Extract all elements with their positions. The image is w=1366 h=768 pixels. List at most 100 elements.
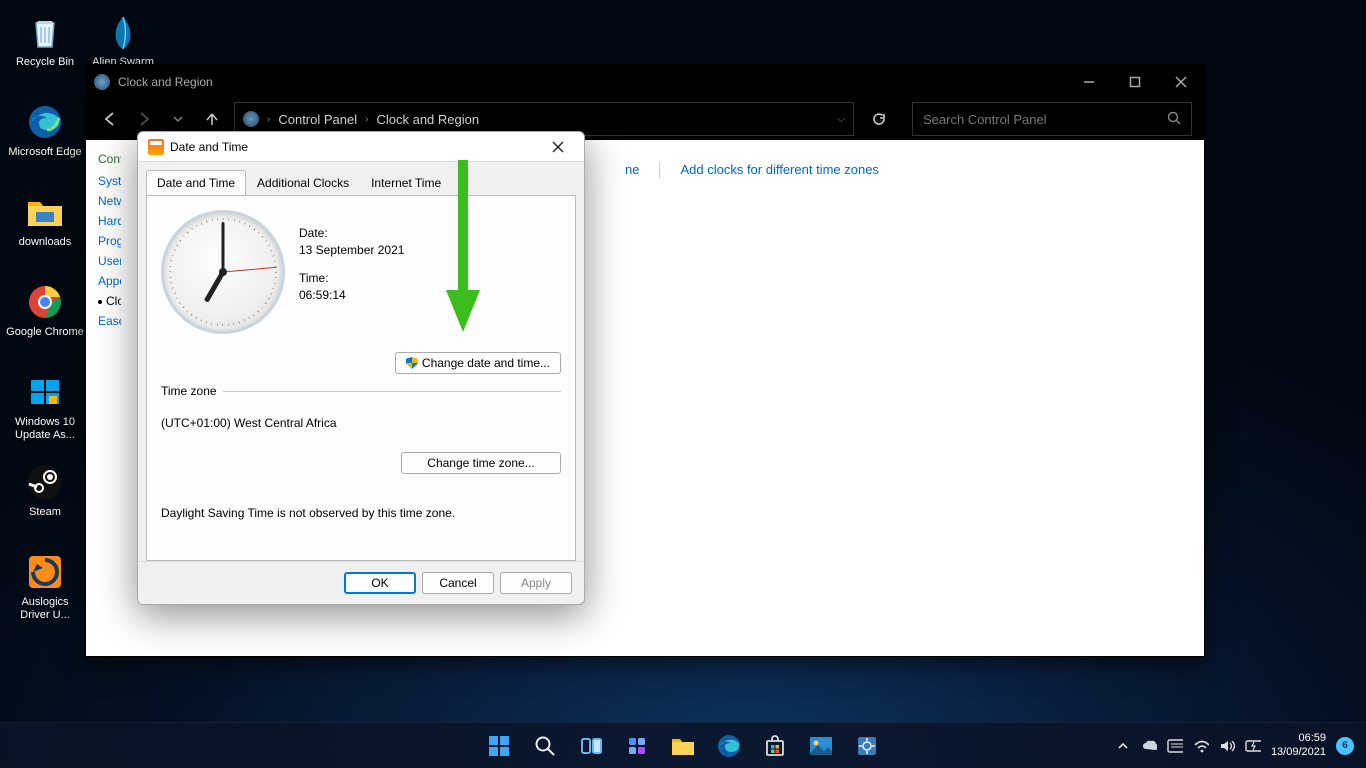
shield-icon [406, 357, 418, 369]
sidebar-item-ease[interactable]: Ease of Access [98, 314, 121, 328]
desktop-icon-label: Recycle Bin [6, 56, 84, 69]
desktop-icon-label: downloads [6, 236, 84, 249]
desktop-icon-label: Steam [6, 506, 84, 519]
battery-icon[interactable] [1245, 738, 1261, 754]
sidebar-item-users[interactable]: User Accounts [98, 254, 121, 268]
desktop-icon-recyclebin[interactable]: Recycle Bin [6, 8, 84, 86]
button-label: Change date and time... [422, 356, 550, 370]
dst-note: Daylight Saving Time is not observed by … [161, 506, 561, 520]
edge-icon [25, 102, 65, 142]
desktop-icon-label: Google Chrome [6, 326, 84, 339]
tray-time: 06:59 [1271, 732, 1326, 745]
desktop-icons: Recycle Bin Alien Swarm Microsoft Edge d… [6, 8, 86, 638]
start-button[interactable] [480, 727, 518, 765]
tab-bar: Date and Time Additional Clocks Internet… [138, 162, 584, 195]
date-time-dialog: Date and Time Date and Time Additional C… [137, 131, 585, 605]
breadcrumb-item[interactable]: Clock and Region [376, 112, 479, 127]
sidebar: Control Panel Home System and Security N… [86, 140, 121, 656]
tab-internet-time[interactable]: Internet Time [360, 170, 452, 195]
tab-additional-clocks[interactable]: Additional Clocks [246, 170, 360, 195]
sidebar-item-system[interactable]: System and Security [98, 174, 121, 188]
divider [659, 162, 660, 178]
desktop-icon-label: Microsoft Edge [6, 146, 84, 159]
tray-date: 13/09/2021 [1271, 746, 1326, 759]
task-view-button[interactable] [572, 727, 610, 765]
timezone-heading: Time zone [161, 384, 561, 398]
sidebar-item-clock[interactable]: Clock and Region [98, 294, 121, 308]
sidebar-item-appearance[interactable]: Appearance and Personalization [98, 274, 121, 288]
onedrive-icon[interactable] [1141, 738, 1157, 754]
settings-button[interactable] [848, 727, 886, 765]
search-input[interactable]: Search Control Panel [912, 102, 1192, 136]
desktop-icon-edge[interactable]: Microsoft Edge [6, 98, 84, 176]
nav-up-icon[interactable] [200, 107, 224, 131]
apply-button[interactable]: Apply [500, 572, 572, 594]
desktop-icon-auslogics[interactable]: Auslogics Driver U... [6, 548, 84, 626]
window-title: Clock and Region [118, 75, 213, 89]
desktop-icon-label: Auslogics Driver U... [6, 596, 84, 622]
cancel-button[interactable]: Cancel [422, 572, 494, 594]
nav-history-icon[interactable] [166, 107, 190, 131]
chrome-icon [25, 282, 65, 322]
tab-date-time[interactable]: Date and Time [146, 170, 246, 195]
volume-icon[interactable] [1219, 738, 1235, 754]
sidebar-item-network[interactable]: Network and Internet [98, 194, 121, 208]
store-button[interactable] [756, 727, 794, 765]
windows-update-icon [25, 372, 65, 412]
link-add-clocks[interactable]: Add clocks for different time zones [680, 162, 878, 178]
dialog-footer: OK Cancel Apply [138, 561, 584, 604]
file-explorer-button[interactable] [664, 727, 702, 765]
keyboard-icon[interactable] [1167, 738, 1183, 754]
time-label: Time: [299, 271, 404, 285]
system-tray: 06:59 13/09/2021 6 [1115, 732, 1366, 758]
notification-badge[interactable]: 6 [1336, 737, 1354, 755]
dialog-titlebar: Date and Time [138, 132, 584, 162]
refresh-icon[interactable] [864, 104, 894, 134]
desktop-icon-steam[interactable]: Steam [6, 458, 84, 536]
sidebar-item-hardware[interactable]: Hardware and Sound [98, 214, 121, 228]
dialog-title: Date and Time [170, 140, 248, 154]
chevron-right-icon: › [365, 114, 368, 125]
desktop-icon-win10update[interactable]: Windows 10 Update As... [6, 368, 84, 446]
sidebar-item-programs[interactable]: Programs [98, 234, 121, 248]
minimize-button[interactable] [1066, 65, 1112, 98]
time-value: 06:59:14 [299, 288, 404, 302]
folder-icon [25, 192, 65, 232]
widgets-button[interactable] [618, 727, 656, 765]
nav-back-icon[interactable] [98, 107, 122, 131]
search-button[interactable] [526, 727, 564, 765]
clock-region-icon [94, 74, 110, 90]
nav-forward-icon[interactable] [132, 107, 156, 131]
chevron-down-icon[interactable]: ⌵ [837, 114, 845, 125]
change-date-time-button[interactable]: Change date and time... [395, 352, 561, 374]
maximize-button[interactable] [1112, 65, 1158, 98]
desktop-icon-label: Windows 10 Update As... [6, 416, 84, 442]
tray-overflow-icon[interactable] [1115, 738, 1131, 754]
recycle-bin-icon [25, 12, 65, 52]
auslogics-icon [25, 552, 65, 592]
tab-content: Date: 13 September 2021 Time: 06:59:14 C… [146, 195, 576, 561]
sidebar-heading[interactable]: Control Panel Home [98, 152, 121, 166]
calendar-clock-icon [148, 139, 164, 155]
date-value: 13 September 2021 [299, 243, 404, 257]
taskbar-center [480, 727, 886, 765]
wifi-icon[interactable] [1193, 738, 1209, 754]
desktop-icon-chrome[interactable]: Google Chrome [6, 278, 84, 356]
date-label: Date: [299, 226, 404, 240]
close-button[interactable] [1158, 65, 1204, 98]
taskbar: 06:59 13/09/2021 6 [0, 722, 1366, 768]
close-button[interactable] [538, 135, 578, 159]
breadcrumb-icon [243, 111, 259, 127]
window-titlebar: Clock and Region [86, 65, 1204, 98]
timezone-value: (UTC+01:00) West Central Africa [161, 416, 561, 430]
link-set-time-partial[interactable]: ne [625, 162, 639, 178]
ok-button[interactable]: OK [344, 572, 416, 594]
breadcrumb-item[interactable]: Control Panel [278, 112, 357, 127]
desktop-icon-downloads[interactable]: downloads [6, 188, 84, 266]
tray-clock[interactable]: 06:59 13/09/2021 [1271, 732, 1326, 758]
edge-taskbar-button[interactable] [710, 727, 748, 765]
photos-button[interactable] [802, 727, 840, 765]
change-timezone-button[interactable]: Change time zone... [401, 452, 561, 474]
search-icon [1167, 111, 1181, 128]
alien-swarm-icon [103, 12, 143, 52]
